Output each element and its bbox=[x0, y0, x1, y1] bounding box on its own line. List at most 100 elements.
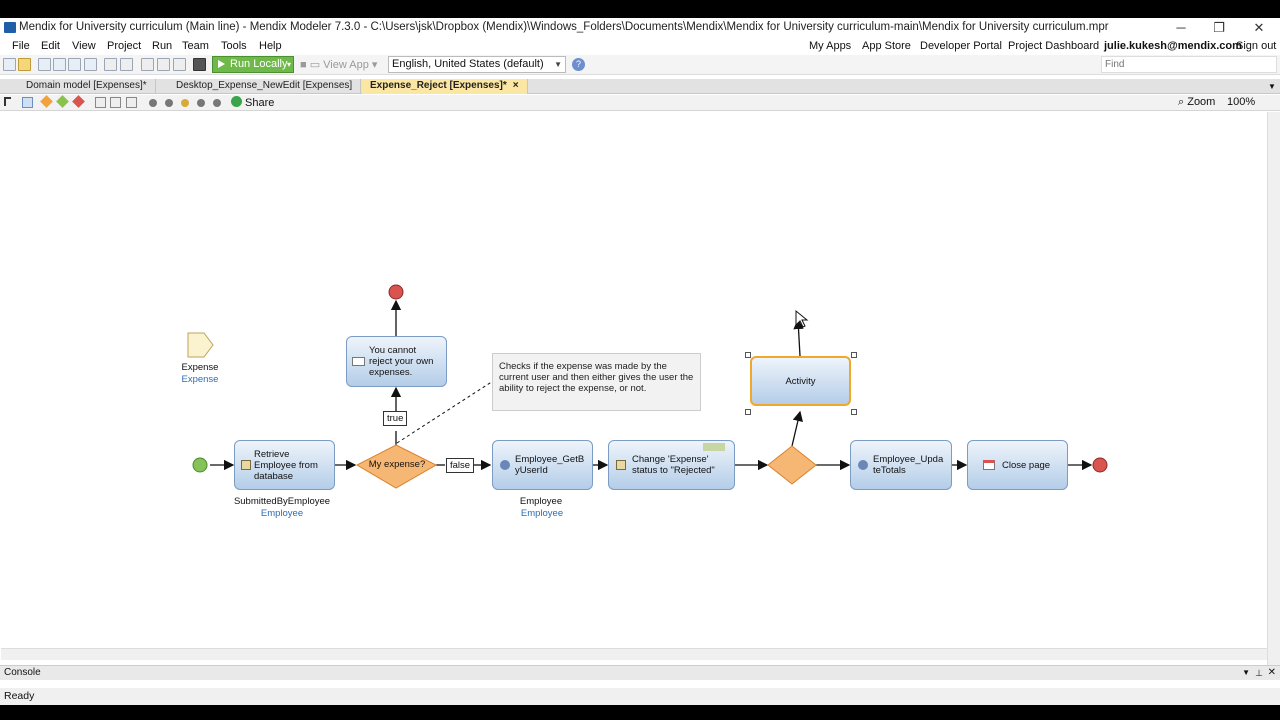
tab-expense-reject[interactable]: Expense_Reject [Expenses]* × bbox=[362, 79, 528, 94]
split-tool-icon[interactable] bbox=[72, 95, 85, 108]
view-app-button[interactable]: ■ ▭ View App ▾ bbox=[300, 58, 377, 71]
end-event-tool-icon[interactable] bbox=[165, 99, 173, 107]
menu-edit[interactable]: Edit bbox=[41, 40, 60, 52]
pin-icon[interactable]: ⊥ bbox=[1255, 666, 1263, 680]
share-label: Share bbox=[245, 97, 275, 109]
message-text: You cannot reject your own expenses. bbox=[369, 345, 434, 378]
help-icon[interactable]: ? bbox=[572, 58, 585, 71]
pointer-icon[interactable] bbox=[4, 97, 11, 106]
app-store-link[interactable]: App Store bbox=[862, 40, 911, 52]
console-dropdown-icon[interactable]: ▼ bbox=[1242, 666, 1250, 680]
change-object-icon bbox=[616, 460, 626, 470]
continue-event-tool-icon[interactable] bbox=[197, 99, 205, 107]
language-value: English, United States (default) bbox=[392, 58, 544, 70]
resize-handle-tr[interactable] bbox=[851, 352, 857, 358]
status-bar: Ready bbox=[0, 688, 1280, 705]
monitor-icon: ▭ bbox=[309, 59, 324, 71]
start-event[interactable] bbox=[192, 457, 208, 473]
console-panel-header[interactable]: Console ▼ ⊥ ✕ bbox=[0, 665, 1280, 680]
redo-icon[interactable] bbox=[120, 58, 133, 71]
minimize-button[interactable]: ─ bbox=[1162, 18, 1200, 38]
resize-handle-br[interactable] bbox=[851, 409, 857, 415]
menu-tools[interactable]: Tools bbox=[221, 40, 247, 52]
menu-view[interactable]: View bbox=[72, 40, 96, 52]
change-expense-activity[interactable]: Change 'Expense' status to "Rejected" bbox=[608, 440, 735, 490]
language-select[interactable]: English, United States (default) ▼ bbox=[388, 56, 566, 73]
resize-handle-bl[interactable] bbox=[745, 409, 751, 415]
restore-button[interactable]: ❐ bbox=[1200, 18, 1238, 38]
menu-run[interactable]: Run bbox=[152, 40, 172, 52]
tab-list-dropdown-icon[interactable]: ▼ bbox=[1268, 79, 1276, 94]
close-window-button[interactable]: ✕ bbox=[1240, 18, 1278, 38]
close-tab-icon[interactable]: × bbox=[513, 80, 519, 91]
run-locally-button[interactable]: Run Locally ▾ bbox=[212, 56, 294, 73]
my-apps-link[interactable]: My Apps bbox=[809, 40, 851, 52]
show-message-activity[interactable]: You cannot reject your own expenses. bbox=[346, 336, 447, 387]
close-page-activity[interactable]: Close page bbox=[967, 440, 1068, 490]
menu-help[interactable]: Help bbox=[259, 40, 282, 52]
vertical-scrollbar[interactable] bbox=[1267, 112, 1280, 665]
open-folder-icon[interactable] bbox=[18, 58, 31, 71]
employee-updatetotals-submicroflow[interactable]: Employee_UpdateTotals bbox=[850, 440, 952, 490]
run-dropdown-icon[interactable]: ▾ bbox=[287, 57, 291, 72]
end-event-right[interactable] bbox=[1092, 457, 1108, 473]
loop-tool-icon[interactable] bbox=[95, 97, 106, 108]
new-project-icon[interactable] bbox=[3, 58, 16, 71]
mendix-app-icon bbox=[4, 22, 16, 33]
window-title: Mendix for University curriculum (Main l… bbox=[19, 21, 1109, 33]
document-tabs: Domain model [Expenses]* Desktop_Expense… bbox=[0, 79, 1280, 94]
tab-domain-model[interactable]: Domain model [Expenses]* bbox=[18, 79, 156, 94]
zoom-level[interactable]: 100% bbox=[1227, 96, 1255, 108]
project-dashboard-link[interactable]: Project Dashboard bbox=[1008, 40, 1099, 52]
menu-project[interactable]: Project bbox=[107, 40, 141, 52]
stop-icon: ■ bbox=[300, 59, 310, 71]
merge-tool-icon[interactable] bbox=[56, 95, 69, 108]
save-all-icon[interactable] bbox=[68, 58, 81, 71]
menu-team[interactable]: Team bbox=[182, 40, 209, 52]
annotation-tool-icon[interactable] bbox=[126, 97, 137, 108]
sign-out-link[interactable]: Sign out bbox=[1236, 40, 1276, 52]
share-icon bbox=[231, 96, 242, 107]
title-bar: Mendix for University curriculum (Main l… bbox=[0, 18, 1280, 38]
activity-selected[interactable]: Activity bbox=[750, 356, 851, 406]
false-label: false bbox=[446, 458, 475, 473]
end-event-top[interactable] bbox=[388, 284, 404, 300]
undo-icon[interactable] bbox=[104, 58, 117, 71]
break-event-tool-icon[interactable] bbox=[213, 99, 221, 107]
employee-getbyuserid-submicroflow[interactable]: Employee_GetByUserId bbox=[492, 440, 593, 490]
copy-icon[interactable] bbox=[157, 58, 170, 71]
parameter-tool-icon[interactable] bbox=[110, 97, 121, 108]
parameter-icon[interactable] bbox=[187, 332, 214, 358]
chevron-down-icon: ▼ bbox=[554, 60, 562, 69]
developer-portal-link[interactable]: Developer Portal bbox=[920, 40, 1002, 52]
resize-handle-tl[interactable] bbox=[745, 352, 751, 358]
annotation-text: Checks if the expense was made by the cu… bbox=[499, 361, 694, 394]
merge-diamond[interactable] bbox=[767, 445, 817, 485]
zoom-button[interactable]: ⌕ Zoom bbox=[1178, 96, 1215, 109]
activity-text: Activity bbox=[785, 375, 816, 387]
decision-tool-icon[interactable] bbox=[40, 95, 53, 108]
error-event-tool-icon[interactable] bbox=[181, 99, 189, 107]
retrieve-employee-activity[interactable]: Retrieve Employee from database bbox=[234, 440, 335, 490]
share-button[interactable]: Share bbox=[231, 96, 274, 109]
microflow-toolbar: Share ⌕ Zoom 100% bbox=[0, 95, 1280, 111]
new-document-icon[interactable] bbox=[38, 58, 51, 71]
save-icon[interactable] bbox=[53, 58, 66, 71]
deploy-icon[interactable] bbox=[193, 58, 206, 71]
find-input[interactable] bbox=[1101, 56, 1277, 73]
microflow-canvas[interactable]: Expense Expense Retrieve Employee from d… bbox=[1, 112, 1266, 657]
horizontal-scrollbar[interactable] bbox=[1, 648, 1267, 660]
tab-desktop-expense-newedit[interactable]: Desktop_Expense_NewEdit [Expenses] bbox=[168, 79, 362, 94]
paste-icon[interactable] bbox=[173, 58, 186, 71]
close-page-icon bbox=[983, 460, 995, 470]
save-copy-icon[interactable] bbox=[84, 58, 97, 71]
activity-tool-icon[interactable] bbox=[22, 97, 33, 108]
parameter-type: Expense bbox=[181, 374, 219, 385]
update-text: Employee_UpdateTotals bbox=[873, 454, 944, 476]
start-event-tool-icon[interactable] bbox=[149, 99, 157, 107]
user-account[interactable]: julie.kukesh@mendix.com bbox=[1104, 40, 1242, 52]
close-console-icon[interactable]: ✕ bbox=[1268, 666, 1276, 680]
annotation-note[interactable]: Checks if the expense was made by the cu… bbox=[492, 353, 701, 411]
cut-icon[interactable] bbox=[141, 58, 154, 71]
menu-file[interactable]: File bbox=[12, 40, 30, 52]
